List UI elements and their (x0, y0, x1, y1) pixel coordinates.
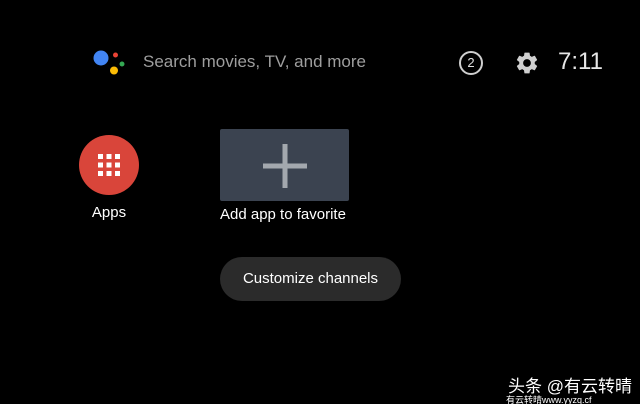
clock: 7:11 (558, 48, 603, 75)
gear-icon[interactable] (514, 50, 540, 76)
app-grid-icon (98, 154, 120, 176)
google-assistant-icon[interactable] (92, 48, 126, 78)
plus-icon (263, 144, 307, 188)
notification-badge[interactable]: 2 (459, 51, 483, 75)
add-app-label: Add app to favorite (220, 206, 346, 223)
customize-channels-button[interactable]: Customize channels (220, 257, 401, 301)
watermark-url: 有云转晴www.yyzq.cf (506, 395, 592, 404)
apps-button[interactable] (79, 135, 139, 195)
search-bar[interactable]: Search movies, TV, and more (143, 52, 366, 72)
add-app-to-favorites-tile[interactable] (220, 129, 349, 201)
tv-home-screen: Search movies, TV, and more 2 7:11 Apps … (0, 0, 640, 404)
apps-label: Apps (91, 204, 127, 221)
